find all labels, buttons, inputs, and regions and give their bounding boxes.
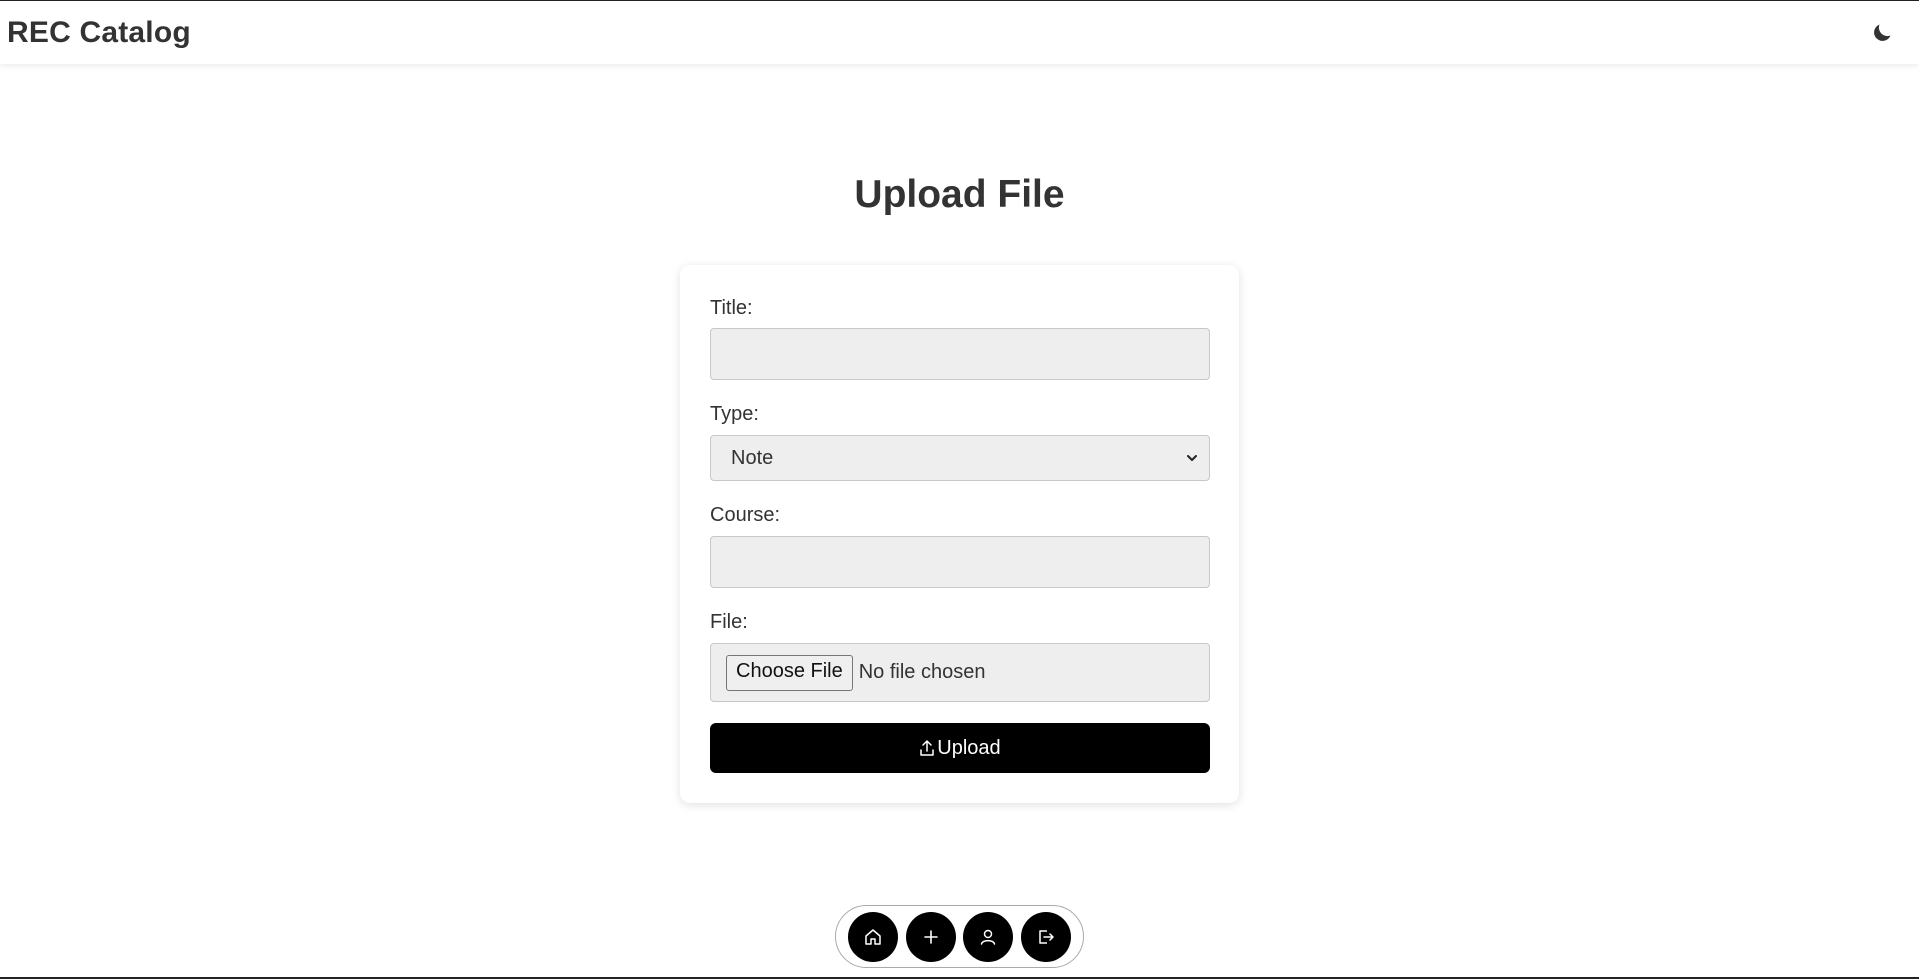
- page-title: Upload File: [854, 173, 1065, 216]
- choose-file-button[interactable]: Choose File: [726, 654, 853, 691]
- bottom-nav: [835, 905, 1084, 968]
- nav-add-button[interactable]: [905, 911, 956, 962]
- home-icon: [865, 928, 881, 945]
- brand-title[interactable]: REC Catalog: [7, 16, 191, 50]
- course-input[interactable]: [710, 536, 1210, 588]
- user-icon: [981, 929, 996, 945]
- type-label: Type:: [710, 403, 759, 425]
- moon-icon: [1874, 24, 1891, 41]
- file-input: Choose File No file chosen: [710, 643, 1210, 702]
- nav-profile-button[interactable]: [963, 911, 1014, 962]
- file-label: File:: [710, 611, 748, 633]
- app-header: REC Catalog: [0, 1, 1919, 64]
- upload-button-label: Upload: [937, 736, 1001, 759]
- upload-icon: [920, 740, 935, 756]
- title-label: Title:: [710, 297, 753, 319]
- course-label: Course:: [710, 504, 781, 526]
- chevron-down-icon: [1187, 455, 1197, 461]
- theme-toggle-button[interactable]: [1867, 18, 1897, 48]
- nav-logout-button[interactable]: [1020, 911, 1071, 962]
- upload-form: Title: Type: Note Course: File: Choose F…: [680, 265, 1239, 803]
- plus-icon: [923, 929, 938, 944]
- logout-icon: [1039, 929, 1054, 944]
- nav-home-button[interactable]: [848, 911, 898, 962]
- type-select[interactable]: Note: [710, 435, 1210, 481]
- title-input[interactable]: [710, 328, 1210, 380]
- upload-button[interactable]: Upload: [710, 723, 1210, 773]
- type-selected-value: Note: [731, 446, 774, 469]
- file-status-text: No file chosen: [858, 661, 986, 683]
